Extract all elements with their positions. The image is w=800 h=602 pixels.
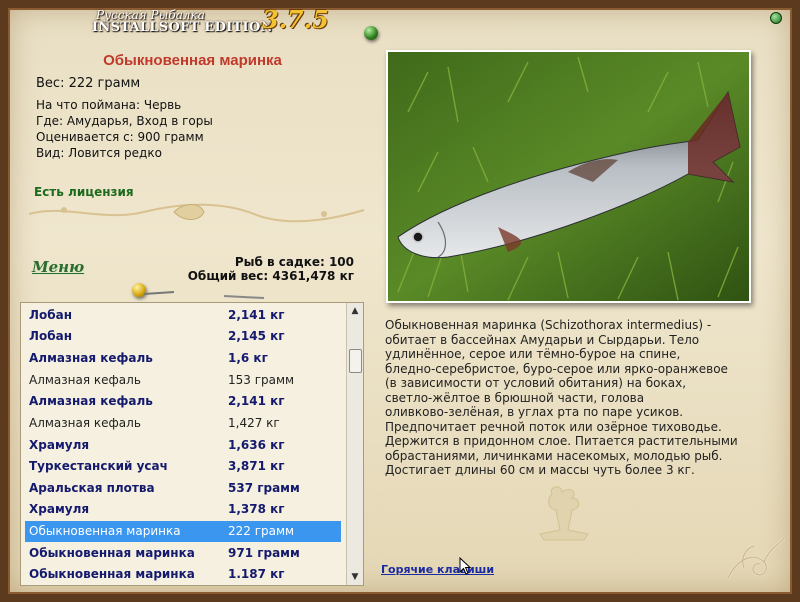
logo-subtitle: INSTALLSOFT EDITION <box>92 20 273 35</box>
list-item-name: Алмазная кефаль <box>29 373 141 387</box>
fish-location: Где: Амударья, Вход в горы <box>36 114 213 128</box>
flourish-corner-icon <box>726 537 786 579</box>
list-scrollbar[interactable]: ▲ ▼ <box>346 303 363 585</box>
list-item[interactable]: Алмазная кефаль 1,6 кг <box>25 348 341 369</box>
list-item-weight: 537 грамм <box>228 481 300 495</box>
scroll-up-icon[interactable]: ▲ <box>347 303 363 319</box>
fish-value: Оценивается с: 900 грамм <box>36 130 204 144</box>
list-item-weight: 3,871 кг <box>228 459 285 473</box>
pin-icon <box>364 26 378 40</box>
fish-photo <box>386 50 751 303</box>
list-item[interactable]: Храмуля 1,636 кг <box>25 435 341 456</box>
license-status: Есть лицензия <box>34 185 134 199</box>
list-item[interactable]: Туркестанский усач 3,871 кг <box>25 456 341 477</box>
list-item[interactable]: Алмазная кефаль 2,141 кг <box>25 391 341 412</box>
fish-rarity: Вид: Ловится редко <box>36 146 162 160</box>
flourish-divider <box>28 203 365 223</box>
list-item-weight: 1.187 кг <box>228 567 285 581</box>
list-item[interactable]: Алмазная кефаль 153 грамм <box>25 370 341 391</box>
fish-name: Обыкновенная маринка <box>103 52 282 69</box>
list-item-weight: 1,378 кг <box>228 502 285 516</box>
list-item-weight: 1,6 кг <box>228 351 268 365</box>
fish-weight: Вес: 222 грамм <box>36 76 141 91</box>
list-item-name: Обыкновенная маринка <box>29 567 195 581</box>
list-item-weight: 1,636 кг <box>228 438 285 452</box>
list-item-weight: 1,427 кг <box>228 416 280 430</box>
list-item-name: Алмазная кефаль <box>29 394 153 408</box>
hotkeys-link[interactable]: Горячие клавиши <box>381 563 494 576</box>
list-item-weight: 2,145 кг <box>228 329 285 343</box>
list-item-weight: 153 грамм <box>228 373 295 387</box>
list-item-weight: 971 грамм <box>228 546 300 560</box>
mouse-cursor-icon <box>459 557 471 575</box>
menu-link[interactable]: Меню <box>32 258 84 276</box>
list-item-name: Туркестанский усач <box>29 459 168 473</box>
list-item-name: Лобан <box>29 308 72 322</box>
list-item-weight: 222 грамм <box>228 524 295 538</box>
list-item-name: Алмазная кефаль <box>29 416 141 430</box>
list-item[interactable]: Храмуля 1,378 кг <box>25 499 341 520</box>
list-item-name: Храмуля <box>29 502 90 516</box>
fish-bait: На что поймана: Червь <box>36 98 182 112</box>
scroll-down-icon[interactable]: ▼ <box>347 569 363 585</box>
fisherman-decoration-icon <box>539 486 589 541</box>
fish-description: Обыкновенная маринка (Schizothorax inter… <box>385 318 738 477</box>
scroll-thumb[interactable] <box>349 349 362 373</box>
list-item[interactable]: Обыкновенная маринка 1.187 кг <box>25 564 341 585</box>
list-item-name: Алмазная кефаль <box>29 351 153 365</box>
list-item[interactable]: Лобан 2,141 кг <box>25 305 341 326</box>
catch-list[interactable]: Лобан 2,141 кг Лобан 2,145 кг Алмазная кеф… <box>20 302 364 586</box>
list-item-weight: 2,141 кг <box>228 394 285 408</box>
total-weight: Общий вес: 4361,478 кг <box>187 269 354 283</box>
list-item[interactable]: Обыкновенная маринка 971 грамм <box>25 543 341 564</box>
list-item[interactable]: Алмазная кефаль 1,427 кг <box>25 413 341 434</box>
list-item-name: Лобан <box>29 329 72 343</box>
close-icon[interactable] <box>770 12 782 24</box>
list-item-name: Обыкновенная маринка <box>29 546 195 560</box>
list-item-weight: 2,141 кг <box>228 308 285 322</box>
list-item[interactable]: Аральская плотва 537 грамм <box>25 478 341 499</box>
logo-version: 3.7.5 <box>262 5 329 34</box>
list-item-name: Аральская плотва <box>29 481 155 495</box>
list-item-selected[interactable]: Обыкновенная маринка 222 грамм <box>25 521 341 542</box>
list-item-name: Храмуля <box>29 438 90 452</box>
fish-count: Рыб в садке: 100 <box>234 255 354 269</box>
list-item-name: Обыкновенная маринка <box>29 524 181 538</box>
list-item[interactable]: Лобан 2,145 кг <box>25 326 341 347</box>
